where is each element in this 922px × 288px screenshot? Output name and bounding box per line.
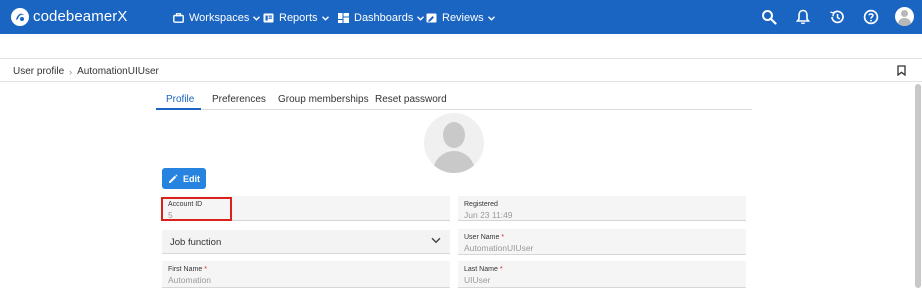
divider [0,81,922,82]
chevron-down-icon [487,15,495,21]
avatar-body [898,18,911,26]
user-name-field[interactable]: User Name * AutomationUIUser [458,229,746,255]
required-marker: * [499,266,503,273]
required-marker: * [204,266,207,273]
profile-picture-head [443,122,465,148]
user-name-label: User Name * [464,234,505,241]
tab-preferences[interactable]: Preferences [212,94,266,105]
reports-icon [263,13,274,23]
breadcrumb: User profile › AutomationUIUser [13,66,159,77]
profile-picture-body [433,151,475,173]
search-icon[interactable] [761,9,777,25]
bookmark-icon[interactable] [897,65,906,76]
job-function-select[interactable]: Job function [162,230,450,254]
avatar-head [901,10,908,17]
briefcase-icon [173,13,184,23]
bell-icon[interactable] [795,9,811,25]
divider [0,58,922,59]
nav-dashboards[interactable]: Dashboards [338,10,425,26]
job-function-placeholder: Job function [170,237,222,248]
profile-tabs: Profile Preferences Group memberships Re… [156,88,752,110]
dashboard-icon [338,13,349,23]
chevron-down-icon [431,237,441,244]
nav-workspaces-label: Workspaces [189,12,250,24]
chevron-down-icon [321,15,329,21]
top-navigation-bar: codebeamerX Workspaces Reports Dashboard… [0,0,922,34]
nav-reviews[interactable]: Reviews [426,10,495,26]
last-name-value: UIUser [464,275,491,285]
nav-reviews-label: Reviews [442,12,484,24]
profile-picture [424,113,484,173]
chevron-down-icon [417,15,425,21]
page-scrollbar[interactable] [915,84,921,288]
nav-workspaces[interactable]: Workspaces [173,10,261,26]
chevron-right-icon: › [69,66,73,77]
account-id-highlight [161,197,232,221]
chevron-down-icon [253,15,261,21]
first-name-value: Automation [168,275,211,285]
pencil-icon [169,173,178,183]
logo-icon [16,13,24,21]
edit-button-label: Edit [183,173,200,184]
registered-field: Registered Jun 23 11:49 [458,196,746,221]
nav-dashboards-label: Dashboards [354,12,414,24]
brand-name[interactable]: codebeamerX [33,8,128,25]
history-icon[interactable] [829,9,845,25]
help-icon[interactable] [863,9,879,25]
registered-label: Registered [464,201,498,208]
last-name-field[interactable]: Last Name * UIUser [458,261,746,288]
nav-reports[interactable]: Reports [263,10,329,26]
nav-reports-label: Reports [279,12,318,24]
first-name-label: First Name * [168,266,207,273]
codebeamer-logo[interactable] [11,8,29,26]
tab-profile[interactable]: Profile [166,94,194,105]
tab-group-memberships[interactable]: Group memberships [278,94,369,105]
reviews-icon [426,13,437,23]
last-name-label: Last Name * [464,266,503,273]
registered-value: Jun 23 11:49 [464,210,513,220]
breadcrumb-user-profile[interactable]: User profile [13,66,64,77]
first-name-field[interactable]: First Name * Automation [162,261,450,288]
user-name-value: AutomationUIUser [464,243,534,253]
tab-reset-password[interactable]: Reset password [375,94,447,105]
breadcrumb-current-user: AutomationUIUser [77,66,159,77]
required-marker: * [501,234,505,241]
active-tab-indicator [156,108,201,110]
user-avatar[interactable] [895,7,914,26]
edit-button[interactable]: Edit [162,168,206,189]
